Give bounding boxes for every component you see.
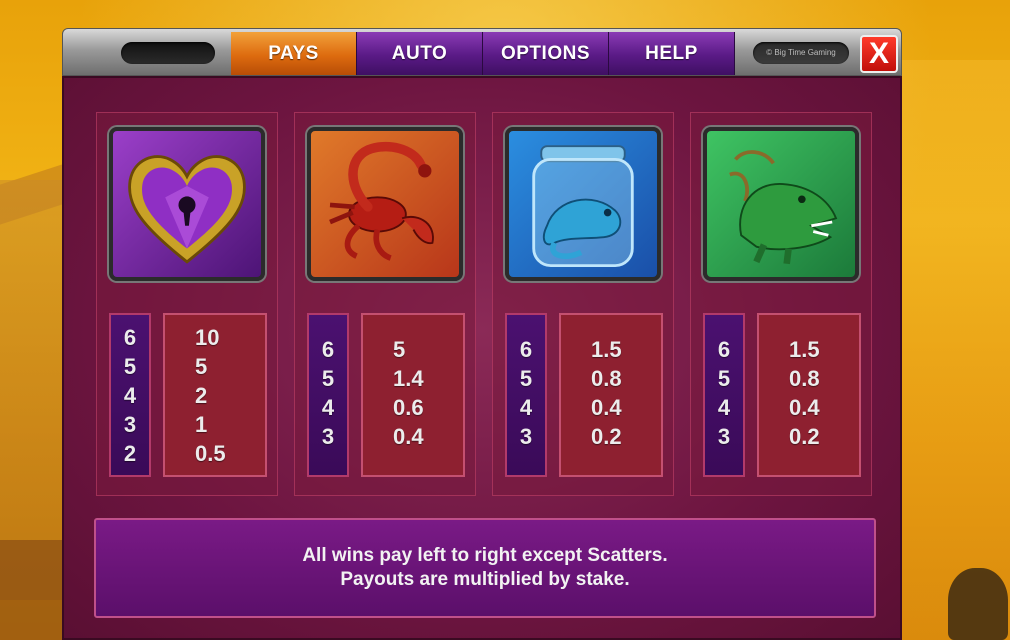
tab-bar: PAYS AUTO OPTIONS HELP xyxy=(231,32,735,75)
payout-column: 5 1.4 0.6 0.4 xyxy=(361,313,465,477)
scorpion-art xyxy=(329,141,434,261)
count-value: 4 xyxy=(717,395,731,420)
red-scorpion-icon xyxy=(307,127,463,281)
count-column: 6 5 4 3 xyxy=(505,313,547,477)
lizard-jar-art xyxy=(532,145,634,268)
count-value: 4 xyxy=(321,395,335,420)
count-value: 5 xyxy=(123,354,137,379)
purple-heart-lock-icon xyxy=(109,127,265,281)
count-value: 6 xyxy=(717,337,731,362)
payout-value: 0.4 xyxy=(393,424,424,449)
count-column: 6 5 4 3 xyxy=(703,313,745,477)
payout-value: 1.5 xyxy=(591,337,622,362)
count-value: 5 xyxy=(321,366,335,391)
count-value: 3 xyxy=(717,424,731,449)
top-bar: PAYS AUTO OPTIONS HELP © Big Time Gaming… xyxy=(62,28,902,76)
blue-lizard-jar-icon xyxy=(505,127,661,281)
background-haze xyxy=(900,60,1010,640)
payout-value: 1.5 xyxy=(789,337,820,362)
count-value: 3 xyxy=(519,424,533,449)
payout-value: 2 xyxy=(195,383,208,408)
payout-value: 5 xyxy=(393,337,406,362)
count-value: 6 xyxy=(321,337,335,362)
count-value: 5 xyxy=(717,366,731,391)
tab-auto[interactable]: AUTO xyxy=(357,32,483,75)
payout-value: 0.2 xyxy=(591,424,622,449)
background-dock xyxy=(0,540,70,640)
close-button[interactable]: X xyxy=(860,35,898,73)
count-value: 6 xyxy=(519,337,533,362)
rules-line-2: Payouts are multiplied by stake. xyxy=(340,569,630,590)
crocodile-art xyxy=(729,150,838,265)
count-value: 4 xyxy=(123,383,137,408)
background-bird xyxy=(948,568,1008,640)
heart-art xyxy=(128,155,246,264)
count-column: 6 5 4 3 xyxy=(307,313,349,477)
payout-value: 0.5 xyxy=(195,441,226,466)
count-value: 6 xyxy=(123,325,137,350)
symbol-card-lizard: 6 5 4 3 1.5 0.8 0.4 0.2 xyxy=(492,112,674,496)
tab-options[interactable]: OPTIONS xyxy=(483,32,609,75)
brand-badge: © Big Time Gaming xyxy=(753,42,849,64)
tab-help[interactable]: HELP xyxy=(609,32,735,75)
count-value: 2 xyxy=(123,441,137,466)
payout-value: 0.4 xyxy=(591,395,622,420)
pays-panel: 6 5 4 3 2 10 5 2 1 0.5 6 5 4 3 5 1.4 0.6… xyxy=(62,76,902,640)
payout-column: 1.5 0.8 0.4 0.2 xyxy=(559,313,663,477)
payout-value: 1 xyxy=(195,412,208,437)
green-crocodile-icon xyxy=(703,127,859,281)
payout-column: 10 5 2 1 0.5 xyxy=(163,313,267,477)
payout-value: 0.6 xyxy=(393,395,424,420)
symbol-card-scorpion: 6 5 4 3 5 1.4 0.6 0.4 xyxy=(294,112,476,496)
symbol-card-heart: 6 5 4 3 2 10 5 2 1 0.5 xyxy=(96,112,278,496)
count-value: 3 xyxy=(321,424,335,449)
payout-value: 0.2 xyxy=(789,424,820,449)
symbol-card-crocodile: 6 5 4 3 1.5 0.8 0.4 0.2 xyxy=(690,112,872,496)
payout-value: 0.8 xyxy=(789,366,820,391)
payout-column: 1.5 0.8 0.4 0.2 xyxy=(757,313,861,477)
payout-value: 10 xyxy=(195,325,220,350)
count-column: 6 5 4 3 2 xyxy=(109,313,151,477)
rules-line-1: All wins pay left to right except Scatte… xyxy=(302,545,668,566)
count-value: 4 xyxy=(519,395,533,420)
payout-value: 5 xyxy=(195,354,208,379)
count-value: 5 xyxy=(519,366,533,391)
count-value: 3 xyxy=(123,412,137,437)
background-hut xyxy=(0,180,70,600)
balance-slot xyxy=(121,42,215,64)
payout-value: 0.4 xyxy=(789,395,820,420)
payout-value: 0.8 xyxy=(591,366,622,391)
payout-value: 1.4 xyxy=(393,366,424,391)
tab-pays[interactable]: PAYS xyxy=(231,32,357,75)
paytable-window: PAYS AUTO OPTIONS HELP © Big Time Gaming… xyxy=(62,28,902,640)
rules-info-box: All wins pay left to right except Scatte… xyxy=(94,518,876,618)
